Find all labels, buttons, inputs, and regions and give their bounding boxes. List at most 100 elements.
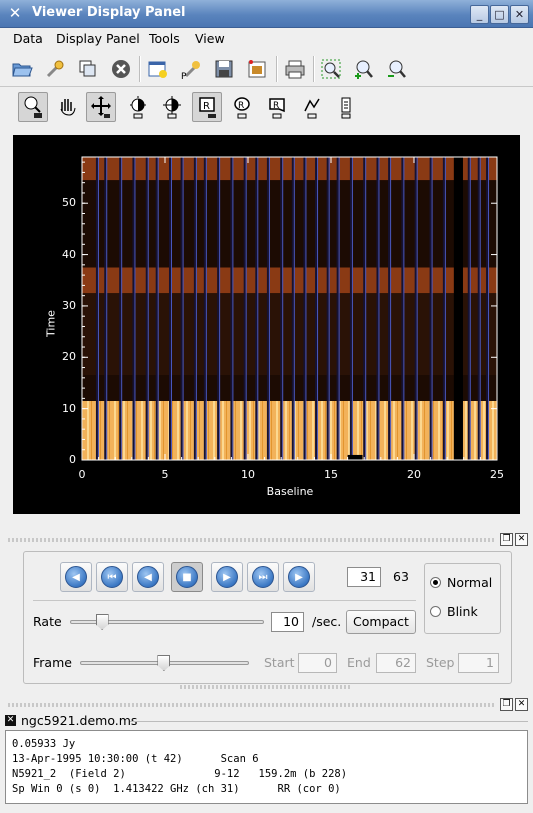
- x-tick-label: 15: [324, 468, 338, 481]
- mouse-tools-toolbar: R R R: [0, 88, 533, 126]
- blink-radio[interactable]: [430, 606, 441, 617]
- tick-labels: 0 5 10 15 20 25 0 10 20 30 40 50: [13, 135, 520, 514]
- toolbar-separator: [276, 56, 278, 82]
- tracking-line-4: Sp Win 0 (s 0) 1.413422 GHz (ch 31) RR (…: [12, 783, 341, 795]
- tracking-dock-grip[interactable]: [8, 703, 494, 707]
- pan-tool-icon[interactable]: [52, 92, 82, 122]
- tracking-info-box: 0.05933 Jy 13-Apr-1995 10:30:00 (t 42) S…: [5, 730, 528, 804]
- play-forward-button[interactable]: ▶: [283, 562, 315, 592]
- float-tracking-icon[interactable]: ❐: [500, 698, 513, 711]
- menu-bar: Data Display Panel Tools View: [0, 28, 533, 49]
- animator-divider: [33, 600, 416, 601]
- app-icon[interactable]: ✕: [6, 4, 24, 22]
- minimize-button[interactable]: _: [470, 5, 489, 24]
- rate-label: Rate: [33, 614, 62, 629]
- close-dock-icon[interactable]: ✕: [515, 533, 528, 546]
- x-tick-label: 5: [161, 468, 169, 481]
- x-tick-label: 10: [241, 468, 255, 481]
- window-title: Viewer Display Panel: [32, 5, 186, 20]
- to-end-button[interactable]: ⏭: [247, 562, 279, 592]
- step-label: Step: [426, 655, 455, 670]
- zoom-fit-icon[interactable]: [317, 55, 345, 83]
- close-tracking-item-icon[interactable]: ✕: [5, 715, 16, 726]
- menu-view[interactable]: View: [195, 31, 225, 46]
- colormap-tool-icon[interactable]: [157, 92, 187, 122]
- to-start-button[interactable]: ⏮: [96, 562, 128, 592]
- stop-icon: ■: [176, 566, 198, 588]
- close-window-button[interactable]: ✕: [510, 5, 529, 24]
- tracking-line-1: 0.05933 Jy: [12, 738, 76, 750]
- blink-label[interactable]: Blink: [447, 604, 478, 619]
- step-back-icon: ◀: [137, 566, 159, 588]
- skip-start-icon: ⏮: [101, 566, 123, 588]
- save-image-icon[interactable]: [243, 55, 271, 83]
- end-label: End: [347, 655, 371, 670]
- zoom-tool-icon[interactable]: [18, 92, 48, 122]
- menu-tools[interactable]: Tools: [149, 31, 180, 46]
- save-icon[interactable]: [210, 55, 238, 83]
- step-back-button[interactable]: ◀: [132, 562, 164, 592]
- toolbar-divider: [0, 86, 533, 87]
- play-forward-icon: ▶: [288, 566, 310, 588]
- zoom-out-icon[interactable]: [383, 55, 411, 83]
- x-tick-label: 0: [78, 468, 86, 481]
- x-tick-label: 25: [490, 468, 504, 481]
- start-input[interactable]: 0: [298, 653, 337, 673]
- step-forward-icon: ▶: [216, 566, 238, 588]
- svg-text:R: R: [238, 101, 244, 111]
- menu-display-panel[interactable]: Display Panel: [56, 31, 140, 46]
- print-setup-icon[interactable]: P: [177, 55, 205, 83]
- printer-icon[interactable]: [281, 55, 309, 83]
- compact-button[interactable]: Compact: [346, 610, 416, 634]
- tracking-rule: [130, 721, 528, 722]
- wrench-icon[interactable]: [41, 55, 69, 83]
- zoom-in-icon[interactable]: [350, 55, 378, 83]
- open-icon[interactable]: [8, 55, 36, 83]
- step-forward-button[interactable]: ▶: [211, 562, 243, 592]
- svg-text:P: P: [181, 72, 187, 80]
- polyline-icon[interactable]: [297, 92, 327, 122]
- skip-end-icon: ⏭: [252, 566, 274, 588]
- frame-number-input[interactable]: 31: [347, 567, 381, 587]
- rect-region-icon[interactable]: R: [192, 92, 222, 122]
- menu-data[interactable]: Data: [13, 31, 43, 46]
- end-input[interactable]: 62: [376, 653, 416, 673]
- rate-unit: /sec.: [312, 614, 342, 629]
- x-tick-label: 20: [407, 468, 421, 481]
- float-dock-icon[interactable]: ❐: [500, 533, 513, 546]
- display-canvas[interactable]: Time Baseline 0 5 10 15 20 25 0 10 20 30 40 50: [13, 135, 520, 514]
- main-toolbar: P: [0, 52, 533, 86]
- tracking-filename: ngc5921.demo.ms: [21, 713, 138, 728]
- svg-text:R: R: [203, 101, 210, 112]
- rewind-button[interactable]: ◀: [60, 562, 92, 592]
- y-tick-label: 0: [69, 453, 76, 466]
- tracking-line-2: 13-Apr-1995 10:30:00 (t 42) Scan 6: [12, 753, 259, 765]
- copy-icon[interactable]: [74, 55, 102, 83]
- crosshair-tool-icon[interactable]: [86, 92, 116, 122]
- toolbar-separator: [313, 56, 315, 82]
- poly-region-icon[interactable]: R: [262, 92, 292, 122]
- toolbar-separator: [139, 56, 141, 82]
- dock-grip[interactable]: [8, 538, 494, 542]
- frame-total: 63: [393, 569, 409, 584]
- step-input[interactable]: 1: [458, 653, 499, 673]
- rewind-icon: ◀: [65, 566, 87, 588]
- title-bar[interactable]: ✕ Viewer Display Panel _ □ ✕: [0, 0, 533, 28]
- close-tracking-icon[interactable]: ✕: [515, 698, 528, 711]
- tracking-line-3: N5921_2 (Field 2) 9-12 159.2m (b 228): [12, 768, 348, 780]
- stop-button[interactable]: ■: [171, 562, 203, 592]
- ellipse-region-icon[interactable]: R: [227, 92, 257, 122]
- start-label: Start: [264, 655, 295, 670]
- maximize-button[interactable]: □: [490, 5, 509, 24]
- splitter-grip[interactable]: [180, 685, 350, 689]
- y-tick-label: 40: [62, 247, 76, 261]
- y-tick-label: 50: [62, 196, 76, 210]
- normal-label[interactable]: Normal: [447, 575, 492, 590]
- contrast-tool-icon[interactable]: [123, 92, 153, 122]
- close-circle-icon[interactable]: [107, 55, 135, 83]
- rate-input[interactable]: 10: [271, 612, 304, 632]
- new-panel-icon[interactable]: [144, 55, 172, 83]
- mode-group: [424, 563, 501, 634]
- position-icon[interactable]: [331, 92, 361, 122]
- normal-radio[interactable]: [430, 577, 441, 588]
